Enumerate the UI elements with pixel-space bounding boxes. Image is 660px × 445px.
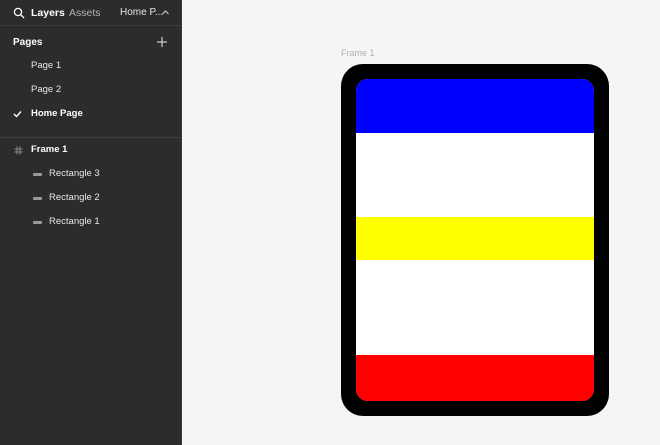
page-item-page-1[interactable]: Page 1 bbox=[0, 54, 182, 78]
page-item-label: Page 2 bbox=[31, 84, 62, 95]
layers-sidebar: Layers Assets Home P... Pages Page 1 Pag… bbox=[0, 0, 182, 445]
rectangle-2-yellow-band[interactable] bbox=[356, 217, 594, 260]
rectangle-3-blue-band[interactable] bbox=[356, 79, 594, 133]
layer-label: Rectangle 3 bbox=[49, 168, 100, 179]
frame-1-screen[interactable] bbox=[356, 79, 594, 401]
sidebar-topbar: Layers Assets Home P... bbox=[0, 0, 182, 26]
pages-title: Pages bbox=[13, 37, 43, 48]
page-item-label: Page 1 bbox=[31, 60, 62, 71]
rectangle-1-red-band[interactable] bbox=[356, 355, 594, 401]
tab-assets[interactable]: Assets bbox=[69, 7, 101, 19]
page-item-label: Home Page bbox=[31, 108, 83, 119]
layer-label: Frame 1 bbox=[31, 144, 68, 155]
layer-rectangle-2[interactable]: Rectangle 2 bbox=[0, 186, 182, 210]
layer-label: Rectangle 2 bbox=[49, 192, 100, 203]
page-item-page-2[interactable]: Page 2 bbox=[0, 78, 182, 102]
layer-rectangle-3[interactable]: Rectangle 3 bbox=[0, 162, 182, 186]
layer-frame-1[interactable]: Frame 1 bbox=[0, 138, 182, 162]
search-icon[interactable] bbox=[13, 7, 25, 19]
layer-label: Rectangle 1 bbox=[49, 216, 100, 227]
frame-icon bbox=[14, 146, 23, 155]
page-item-home-page[interactable]: Home Page bbox=[0, 102, 182, 126]
pages-section-header: Pages bbox=[0, 28, 182, 56]
tab-layers[interactable]: Layers bbox=[31, 7, 65, 19]
frame-label[interactable]: Frame 1 bbox=[341, 48, 375, 58]
layer-rectangle-1[interactable]: Rectangle 1 bbox=[0, 210, 182, 234]
rectangle-icon bbox=[33, 173, 42, 176]
chevron-up-icon[interactable] bbox=[161, 8, 170, 17]
check-icon bbox=[13, 111, 22, 118]
rectangle-icon bbox=[33, 197, 42, 200]
add-page-icon[interactable] bbox=[156, 36, 168, 48]
current-page-switcher[interactable]: Home P... bbox=[120, 7, 163, 19]
rectangle-icon bbox=[33, 221, 42, 224]
